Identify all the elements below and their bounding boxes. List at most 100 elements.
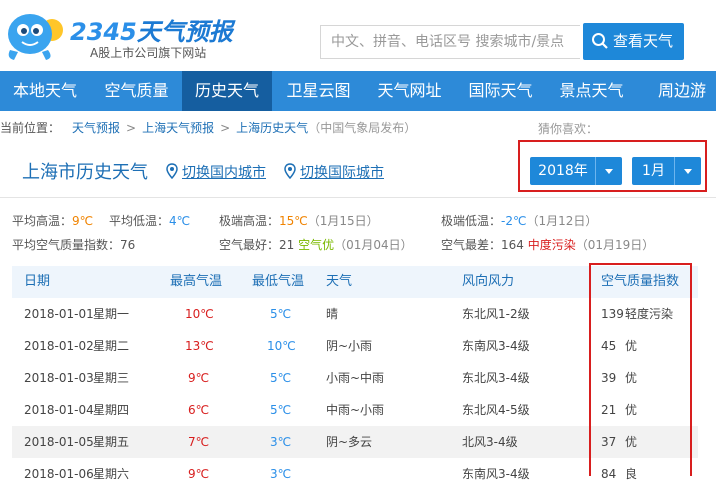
search-icon bbox=[592, 33, 608, 49]
nav-item-satellite[interactable]: 卫星云图 bbox=[273, 71, 364, 111]
logo-tagline: A股上市公司旗下网站 bbox=[90, 46, 207, 60]
stat-date: （1月15日） bbox=[307, 214, 379, 228]
cell-high: 9℃ bbox=[188, 467, 210, 481]
cell-low: 5℃ bbox=[270, 307, 292, 321]
section-divider bbox=[0, 197, 716, 198]
stat-worst-air: 空气最差：164 中度污染（01月19日） bbox=[441, 236, 654, 253]
stat-label: 空气最差： bbox=[441, 238, 502, 252]
cell-weekday: 星期六 bbox=[93, 467, 130, 481]
stat-avg-high: 平均高温：9℃ bbox=[12, 212, 93, 229]
cell-weekday: 星期三 bbox=[93, 371, 130, 385]
stat-avg-low: 平均低温：4℃ bbox=[109, 212, 190, 229]
stat-extreme-low: 极端低温：-2℃（1月12日） bbox=[441, 212, 597, 229]
cell-date: 2018-01-01 bbox=[24, 307, 94, 321]
cell-high: 6℃ bbox=[188, 403, 210, 417]
col-header-wind: 风向风力 bbox=[462, 274, 515, 289]
cell-weather: 晴 bbox=[326, 307, 339, 321]
cell-date: 2018-01-06 bbox=[24, 467, 94, 481]
cell-date: 2018-01-02 bbox=[24, 339, 94, 353]
col-header-low: 最低气温 bbox=[252, 274, 305, 289]
cell-wind: 东南风3-4级 bbox=[462, 339, 530, 353]
stat-label: 平均空气质量指数： bbox=[12, 238, 121, 252]
site-logo[interactable]: 2345天气预报 A股上市公司旗下网站 bbox=[4, 6, 234, 64]
chevron-down-icon bbox=[674, 157, 701, 185]
nav-item-scenic-weather[interactable]: 景点天气 bbox=[546, 71, 637, 111]
breadcrumb: 当前位置： 天气预报 > 上海天气预报 > 上海历史天气（中国气象局发布） bbox=[0, 117, 416, 139]
main-nav: 本地天气 空气质量 历史天气 卫星云图 天气网址 国际天气 景点天气 周边游 bbox=[0, 71, 716, 111]
col-header-weather: 天气 bbox=[326, 274, 353, 289]
cell-weather: 中雨~小雨 bbox=[326, 403, 385, 417]
nav-item-weather-links[interactable]: 天气网址 bbox=[364, 71, 455, 111]
nav-item-intl-weather[interactable]: 国际天气 bbox=[455, 71, 546, 111]
aqi-column-highlight-frame bbox=[589, 263, 692, 476]
nav-item-local-weather[interactable]: 本地天气 bbox=[0, 71, 90, 111]
chevron-down-icon bbox=[595, 157, 622, 185]
cell-weekday: 星期二 bbox=[93, 339, 130, 353]
breadcrumb-prefix: 当前位置： bbox=[0, 121, 61, 135]
stat-label: 极端高温： bbox=[219, 214, 280, 228]
cell-low: 3℃ bbox=[270, 467, 292, 481]
stat-date: （01月19日） bbox=[575, 238, 655, 252]
nav-item-air-quality[interactable]: 空气质量 bbox=[91, 71, 182, 111]
breadcrumb-link-forecast[interactable]: 天气预报 bbox=[72, 121, 120, 135]
cell-wind: 东南风3-4级 bbox=[462, 467, 530, 481]
cell-wind: 东北风1-2级 bbox=[462, 307, 530, 321]
cell-low: 10℃ bbox=[267, 339, 296, 353]
stat-value: 9℃ bbox=[72, 214, 94, 228]
breadcrumb-separator: > bbox=[220, 121, 231, 135]
breadcrumb-link-shanghai[interactable]: 上海天气预报 bbox=[142, 121, 214, 135]
switch-intl-city-link[interactable]: 切换国际城市 bbox=[284, 162, 384, 182]
stat-date: （1月12日） bbox=[526, 214, 598, 228]
switch-intl-label: 切换国际城市 bbox=[300, 165, 384, 181]
stat-value: 76 bbox=[120, 238, 136, 252]
stat-date: （01月04日） bbox=[334, 238, 413, 252]
cell-high: 10℃ bbox=[185, 307, 214, 321]
cell-high: 7℃ bbox=[188, 435, 210, 449]
cell-wind: 东北风3-4级 bbox=[462, 371, 530, 385]
cell-weekday: 星期四 bbox=[93, 403, 130, 417]
breadcrumb-separator: > bbox=[126, 121, 137, 135]
switch-domestic-city-link[interactable]: 切换国内城市 bbox=[166, 162, 266, 182]
stat-avg-aqi: 平均空气质量指数：76 bbox=[12, 236, 135, 253]
cell-weekday: 星期五 bbox=[93, 435, 130, 449]
logo-wordmark: 2345天气预报 bbox=[70, 18, 233, 46]
month-select-value: 1月 bbox=[642, 163, 665, 179]
year-select[interactable]: 2018年 bbox=[530, 157, 622, 185]
year-select-value: 2018年 bbox=[538, 163, 588, 179]
cell-wind: 东北风4-5级 bbox=[462, 403, 530, 417]
cell-low: 5℃ bbox=[270, 403, 292, 417]
cell-wind: 北风3-4级 bbox=[462, 435, 518, 449]
cell-date: 2018-01-03 bbox=[24, 371, 94, 385]
stat-best-air: 空气最好：21 空气优（01月04日） bbox=[219, 236, 413, 253]
col-header-high: 最高气温 bbox=[170, 274, 223, 289]
search-weather-button[interactable]: 查看天气 bbox=[583, 23, 684, 60]
weather-mascot-icon bbox=[8, 14, 63, 60]
guess-you-like-label: 猜你喜欢： bbox=[538, 122, 599, 136]
breadcrumb-link-history[interactable]: 上海历史天气 bbox=[236, 121, 308, 135]
cell-date: 2018-01-04 bbox=[24, 403, 94, 417]
aqi-level: 中度污染 bbox=[527, 238, 576, 252]
aqi-level: 空气优 bbox=[298, 238, 335, 252]
cell-low: 5℃ bbox=[270, 371, 292, 385]
city-search-input[interactable]: 中文、拼音、电话区号 搜索城市/景点 bbox=[320, 25, 580, 59]
stat-value: 4℃ bbox=[169, 214, 191, 228]
stat-value: 21 bbox=[279, 238, 295, 252]
cell-high: 13℃ bbox=[185, 339, 214, 353]
nav-item-history-weather[interactable]: 历史天气 bbox=[182, 71, 272, 111]
cell-low: 3℃ bbox=[270, 435, 292, 449]
stat-label: 平均高温： bbox=[12, 214, 73, 228]
page-title: 上海市历史天气 bbox=[22, 162, 148, 183]
location-pin-icon bbox=[284, 163, 296, 180]
stat-value: 164 bbox=[501, 238, 524, 252]
breadcrumb-source: （中国气象局发布） bbox=[308, 121, 417, 135]
cell-weekday: 星期一 bbox=[93, 307, 130, 321]
cell-weather: 小雨~中雨 bbox=[326, 371, 385, 385]
cell-weather: 阴~多云 bbox=[326, 435, 373, 449]
search-button-label: 查看天气 bbox=[613, 32, 674, 50]
stat-value: -2℃ bbox=[501, 214, 527, 228]
col-header-date: 日期 bbox=[24, 274, 51, 289]
cell-date: 2018-01-05 bbox=[24, 435, 94, 449]
nav-item-nearby-travel[interactable]: 周边游 bbox=[637, 71, 716, 111]
stat-label: 极端低温： bbox=[441, 214, 502, 228]
month-select[interactable]: 1月 bbox=[632, 157, 701, 185]
